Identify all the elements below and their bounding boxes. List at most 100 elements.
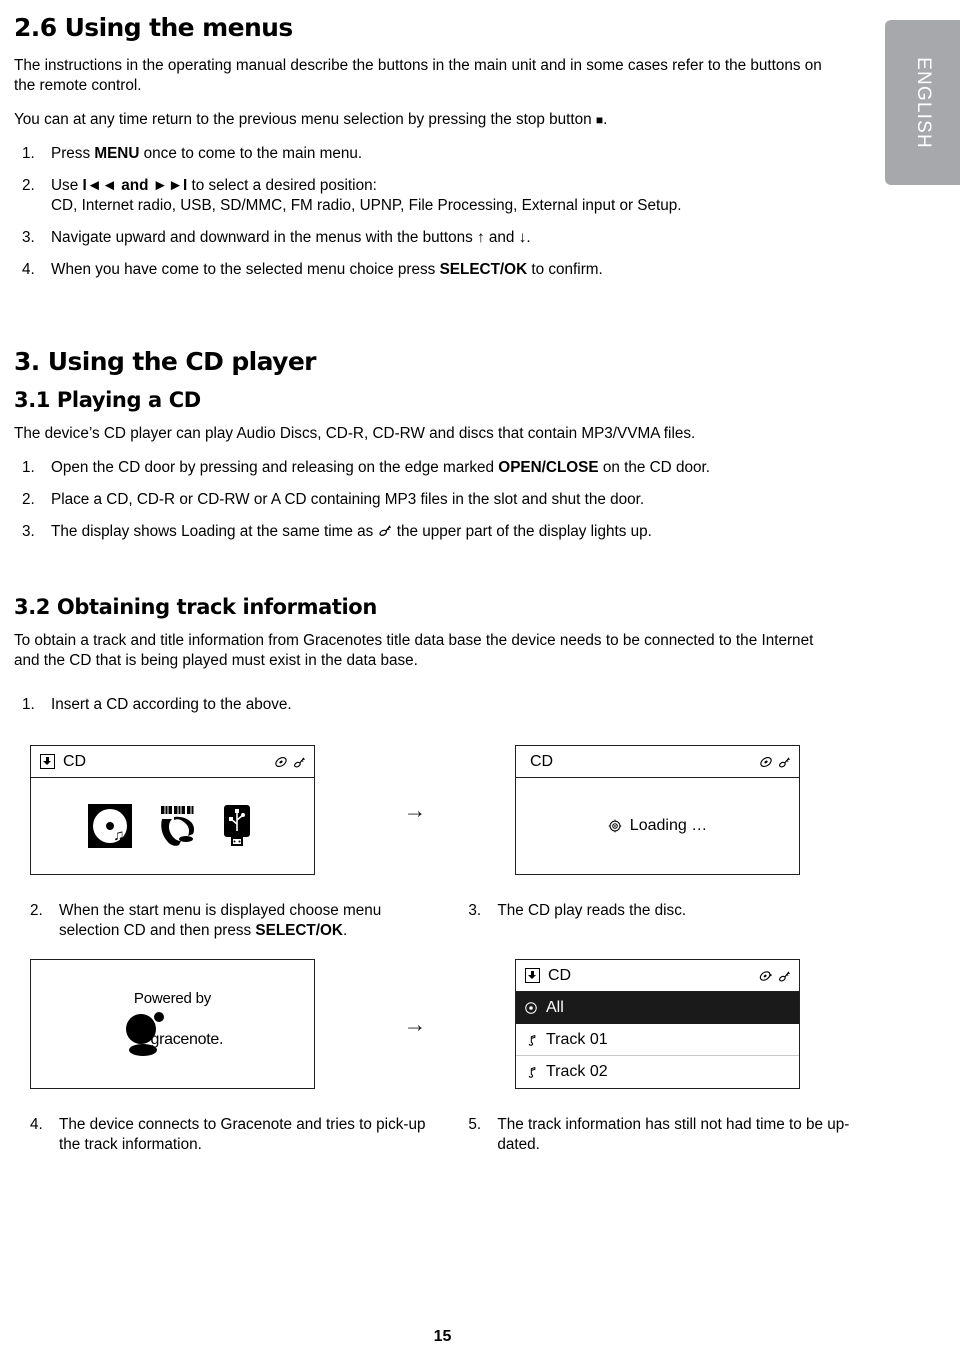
page-content: 2.6 Using the menus The instructions in …	[0, 0, 885, 1364]
caption-text-pre: The track information has still not had …	[497, 1116, 850, 1154]
network-icon	[293, 755, 307, 769]
caption-text-pre: The device connects to Gracenote and tri…	[59, 1116, 426, 1154]
step-number: 1.	[22, 144, 35, 162]
display-header: CD	[31, 746, 314, 779]
source-icon-list: ♫	[87, 803, 252, 849]
device-display-start-menu: CD ♫	[30, 745, 315, 876]
stop-note-prefix: You can at any time return to the previo…	[14, 110, 596, 128]
language-tab-label: ENGLISH	[912, 56, 934, 149]
download-box-icon	[525, 968, 540, 984]
music-note-icon	[524, 1033, 538, 1047]
caption-text-post: .	[342, 922, 348, 940]
caption-column-left: 4. The device connects to Gracenote and t…	[22, 1115, 460, 1155]
step-number: 1.	[22, 459, 35, 477]
device-display-track-list: CD All Track 01 Track 02	[515, 959, 800, 1090]
captions-row-2: 4. The device connects to Gracenote and t…	[22, 1115, 865, 1155]
cd-note-glyph: ♫	[113, 827, 125, 845]
caption-item: 5. The track information has still not ha…	[460, 1115, 865, 1155]
track-list: All Track 01 Track 02	[516, 992, 799, 1088]
transport-button-symbols: I◄◄ and ►►I	[82, 176, 188, 194]
step-text-pre: Use	[51, 176, 83, 194]
steps-list-2-6: 1. Press MENU once to come to the main me…	[14, 144, 865, 280]
step-text-post: to confirm.	[527, 260, 603, 278]
flow-arrow-icon: →	[403, 796, 427, 823]
disc-icon	[274, 755, 288, 769]
language-tab: ENGLISH	[885, 20, 960, 185]
display-body: ♫	[31, 778, 314, 874]
section-3-2-intro: To obtain a track and title information …	[14, 632, 814, 670]
caption-column-right: 3. The CD play reads the disc.	[460, 901, 865, 941]
gracenote-logo: gracenote.	[103, 1009, 243, 1059]
track-row-label: All	[546, 999, 564, 1017]
display-body: Loading …	[516, 778, 799, 874]
caption-column-left: 2. When the start menu is displayed choos…	[22, 901, 460, 941]
step-text-line2: CD, Internet radio, USB, SD/MMC, FM radi…	[51, 196, 682, 214]
step-text-bold: OPEN/CLOSE	[498, 459, 599, 477]
step-text-pre: Press	[51, 144, 95, 162]
step-text-pre: The display shows Loading at the same ti…	[51, 523, 378, 541]
display-header: CD	[516, 746, 799, 779]
step-text-post: on the CD door.	[598, 459, 710, 477]
step-text-post: once to come to the main menu.	[139, 144, 363, 162]
step-text-pre: Insert a CD according to the above.	[51, 696, 292, 714]
display-header-title: CD	[530, 752, 554, 770]
display-illustration-row-2: Powered by gracenote. → CD All Track 01 …	[30, 959, 865, 1090]
section-heading-2-6: 2.6 Using the menus	[14, 13, 293, 42]
section-heading-3-2: 3.2 Obtaining track information	[14, 595, 377, 620]
step-number: 1.	[22, 696, 35, 714]
network-icon	[778, 755, 792, 769]
step-text-bold: MENU	[94, 144, 140, 162]
step-item: 1. Press MENU once to come to the main me…	[14, 144, 834, 164]
device-display-loading: CD Loading …	[515, 745, 800, 876]
disc-icon	[524, 1001, 538, 1015]
step-item: 2. Use I◄◄ and ►►I to select a desired po…	[14, 176, 834, 216]
captions-row-1: 2. When the start menu is displayed choos…	[22, 901, 865, 941]
track-row-label: Track 01	[546, 1030, 608, 1048]
step-text-pre: Navigate upward and downward in the menu…	[51, 228, 531, 246]
caption-text-pre: The CD play reads the disc.	[497, 902, 687, 920]
powered-by-label: Powered by	[133, 989, 212, 1007]
step-item: 2. Place a CD, CD-R or CD-RW or A CD cont…	[14, 490, 834, 510]
step-item: 4. When you have come to the selected men…	[14, 260, 834, 280]
step-text-pre: When you have come to the selected menu …	[51, 260, 440, 278]
disc-icon	[759, 755, 773, 769]
flow-arrow-icon: →	[403, 1010, 427, 1037]
caption-item: 2. When the start menu is displayed choos…	[22, 901, 442, 941]
stop-button-note: You can at any time return to the previo…	[14, 110, 834, 130]
loading-status: Loading …	[608, 817, 707, 835]
stop-note-suffix: .	[603, 110, 608, 128]
step-item: 1. Open the CD door by pressing and relea…	[14, 458, 834, 478]
caption-number: 3.	[468, 902, 482, 920]
step-text-pre: Open the CD door by pressing and releasi…	[51, 459, 499, 477]
gear-icon	[608, 819, 622, 833]
device-display-gracenote-splash: Powered by gracenote.	[30, 959, 315, 1090]
display-header: CD	[516, 960, 799, 993]
usb-stick-icon	[222, 803, 252, 849]
section-3-1-intro: The device’s CD player can play Audio Di…	[14, 425, 696, 443]
internet-radio-www-icon	[154, 803, 200, 849]
loading-text: Loading …	[629, 817, 708, 835]
network-icon	[778, 969, 792, 983]
track-row-label: Track 02	[546, 1063, 608, 1081]
step-item: 1. Insert a CD according to the above.	[14, 695, 834, 715]
step-text-post: to select a desired position:	[187, 176, 377, 194]
caption-number: 2.	[30, 902, 43, 920]
track-row[interactable]: Track 01	[516, 1024, 799, 1057]
track-row[interactable]: Track 02	[516, 1056, 799, 1088]
gracenote-wordmark: gracenote.	[150, 1030, 224, 1048]
track-row-all[interactable]: All	[516, 992, 799, 1025]
step-number: 2.	[22, 491, 35, 509]
step-number: 3.	[22, 228, 35, 246]
step-number: 3.	[22, 523, 35, 541]
step-item: 3. The display shows Loading at the same …	[14, 522, 834, 544]
disc-read-icon	[378, 523, 393, 544]
section-heading-3-1: 3.1 Playing a CD	[14, 388, 201, 412]
caption-column-right: 5. The track information has still not ha…	[460, 1115, 865, 1155]
page-number: 15	[433, 1328, 452, 1345]
